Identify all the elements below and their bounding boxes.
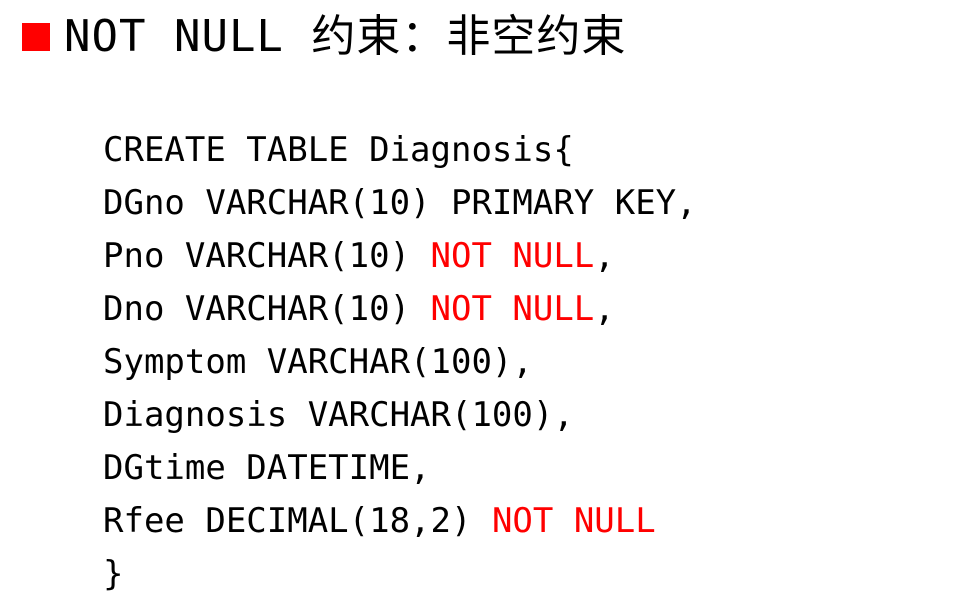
not-null-keyword: NOT NULL (430, 236, 595, 276)
slide-title: NOT NULL 约束：非空约束 (64, 11, 627, 62)
code-line: Symptom VARCHAR(100), (103, 336, 943, 389)
code-text: Rfee DECIMAL(18,2) (103, 501, 492, 541)
code-text: } (103, 554, 124, 594)
code-text: Pno VARCHAR(10) (103, 236, 431, 276)
code-line: } (103, 548, 943, 601)
code-line: Diagnosis VARCHAR(100), (103, 389, 943, 442)
code-text: Symptom VARCHAR(100), (103, 342, 533, 382)
code-line: DGtime DATETIME, (103, 442, 943, 495)
red-square-bullet-icon (22, 23, 50, 51)
code-line: Pno VARCHAR(10) NOT NULL, (103, 230, 943, 283)
code-text: Diagnosis VARCHAR(100), (103, 395, 574, 435)
not-null-keyword: NOT NULL (491, 501, 656, 541)
code-line: Dno VARCHAR(10) NOT NULL, (103, 283, 943, 336)
code-text: DGno VARCHAR(10) PRIMARY KEY, (103, 183, 697, 223)
not-null-keyword: NOT NULL (430, 289, 595, 329)
title-row: NOT NULL 约束：非空约束 (22, 6, 626, 68)
code-punct: , (594, 289, 615, 329)
code-text: Dno VARCHAR(10) (103, 289, 431, 329)
code-line: DGno VARCHAR(10) PRIMARY KEY, (103, 177, 943, 230)
sql-code-block: CREATE TABLE Diagnosis{ DGno VARCHAR(10)… (103, 124, 943, 601)
code-line: Rfee DECIMAL(18,2) NOT NULL (103, 495, 943, 548)
code-text: DGtime DATETIME, (103, 448, 431, 488)
slide: NOT NULL 约束：非空约束 CREATE TABLE Diagnosis{… (0, 0, 961, 615)
code-punct: , (594, 236, 615, 276)
code-text: CREATE TABLE Diagnosis{ (103, 130, 574, 170)
code-line: CREATE TABLE Diagnosis{ (103, 124, 943, 177)
